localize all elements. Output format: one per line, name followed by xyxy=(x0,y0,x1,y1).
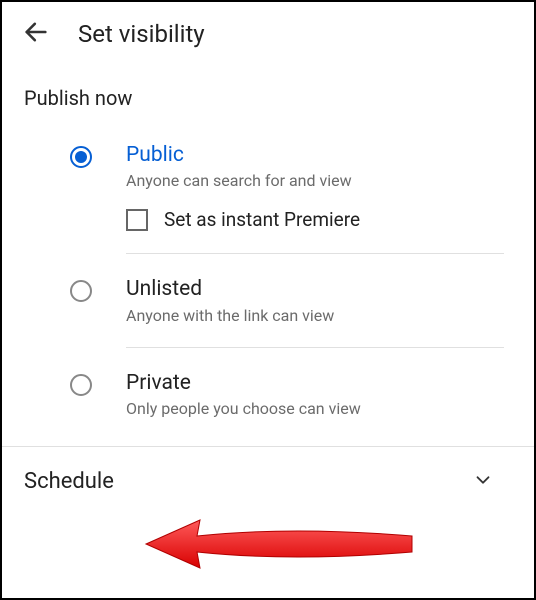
option-unlisted[interactable]: Unlisted Anyone with the link can view xyxy=(2,258,534,342)
premiere-label: Set as instant Premiere xyxy=(164,208,360,231)
option-unlisted-desc: Anyone with the link can view xyxy=(126,306,504,325)
option-private-content: Private Only people you choose can view xyxy=(70,370,504,418)
option-private-desc: Only people you choose can view xyxy=(126,399,504,418)
option-public[interactable]: Public Anyone can search for and view Se… xyxy=(2,124,534,249)
annotation-arrow-icon xyxy=(142,514,422,574)
page-title: Set visibility xyxy=(78,20,205,48)
option-unlisted-content: Unlisted Anyone with the link can view xyxy=(70,276,504,324)
option-divider xyxy=(126,253,504,254)
option-divider xyxy=(126,347,504,348)
back-arrow-icon[interactable] xyxy=(22,18,50,50)
option-private[interactable]: Private Only people you choose can view xyxy=(2,352,534,436)
schedule-row[interactable]: Schedule xyxy=(2,447,534,517)
option-unlisted-title: Unlisted xyxy=(126,276,504,303)
publish-now-label: Publish now xyxy=(2,58,534,124)
premiere-row: Set as instant Premiere xyxy=(126,208,504,231)
option-private-title: Private xyxy=(126,370,504,397)
option-public-desc: Anyone can search for and view xyxy=(126,171,504,190)
schedule-label: Schedule xyxy=(24,469,114,494)
option-public-content: Public Anyone can search for and view Se… xyxy=(70,142,504,231)
premiere-checkbox[interactable] xyxy=(126,209,148,231)
radio-public[interactable] xyxy=(70,146,92,168)
chevron-down-icon xyxy=(472,469,494,495)
option-public-title: Public xyxy=(126,142,504,169)
radio-private[interactable] xyxy=(70,374,92,396)
visibility-options: Public Anyone can search for and view Se… xyxy=(2,124,534,436)
header: Set visibility xyxy=(2,2,534,58)
